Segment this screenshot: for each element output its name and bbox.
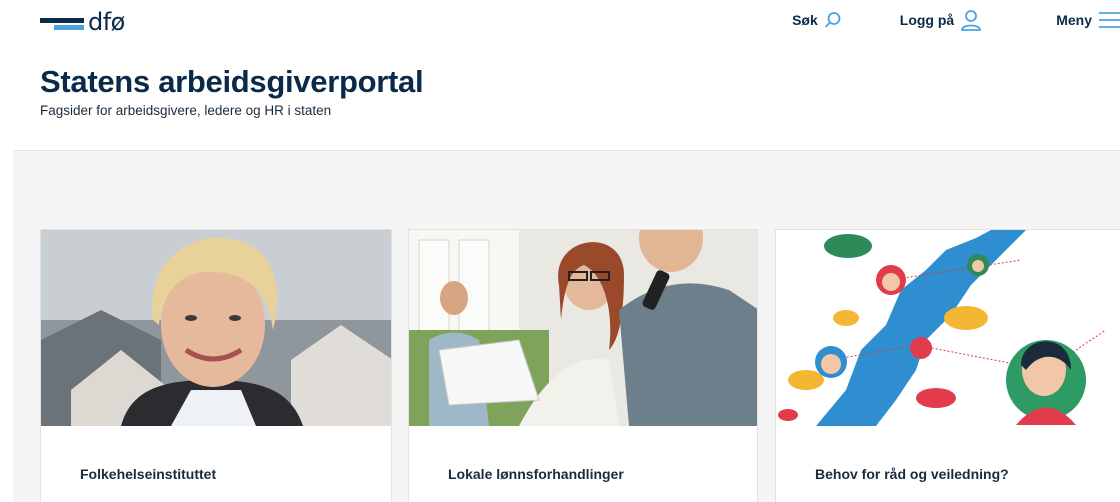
login-button[interactable]: Logg på [900, 9, 982, 31]
logo-mark-icon [40, 10, 84, 34]
portrait-photo [41, 230, 391, 426]
card-lokale-lonnsforhandlinger[interactable]: Lokale lønnsforhandlinger [408, 229, 758, 502]
page-title: Statens arbeidsgiverportal [40, 64, 424, 99]
hamburger-icon [1099, 12, 1120, 28]
search-label: Søk [792, 12, 818, 28]
card-folkehelseinstituttet[interactable]: Folkehelseinstituttet [40, 229, 392, 502]
card-behov-for-rad[interactable]: Behov for råd og veiledning? [775, 229, 1120, 502]
card-title: Folkehelseinstituttet [80, 466, 217, 482]
page-subtitle: Fagsider for arbeidsgivere, ledere og HR… [40, 103, 332, 118]
user-icon [961, 10, 982, 31]
site-header: dfø Søk Logg på Meny Statens arbeidsgive… [0, 0, 1120, 150]
menu-label: Meny [1056, 12, 1092, 28]
login-label: Logg på [899, 12, 955, 28]
search-button[interactable]: Søk [792, 11, 842, 29]
card-title: Lokale lønnsforhandlinger [448, 466, 624, 482]
card-title: Behov for råd og veiledning? [815, 466, 1009, 482]
norway-network-illustration [776, 230, 1120, 426]
search-icon [824, 12, 841, 28]
meeting-photo [409, 230, 757, 426]
logo-text: dfø [88, 8, 125, 36]
dfo-logo[interactable]: dfø [40, 8, 140, 36]
menu-button[interactable]: Meny [1056, 11, 1120, 29]
top-navigation: Søk Logg på Meny [792, 6, 1120, 34]
